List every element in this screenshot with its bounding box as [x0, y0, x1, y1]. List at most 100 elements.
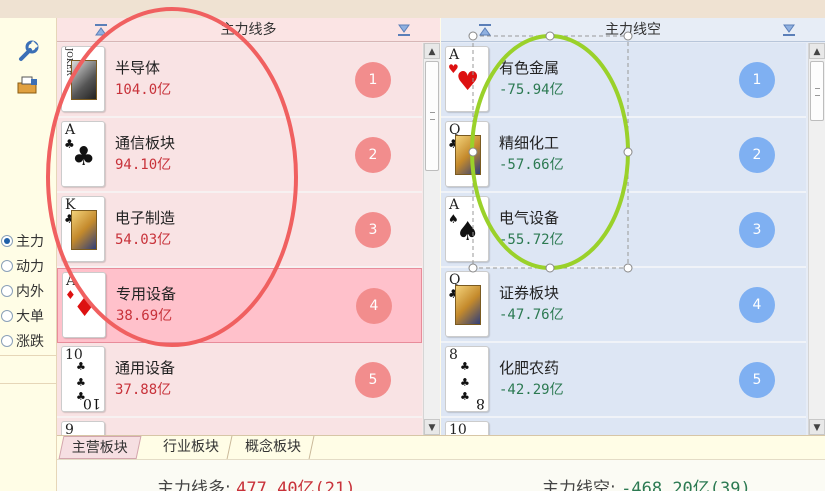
list-item[interactable]: Q ♣ 证券板块 -47.76亿 4	[441, 268, 806, 343]
rank-badge: 1	[355, 62, 391, 98]
tab-main-business[interactable]: 主营板块	[58, 436, 142, 459]
mode-label: 大单	[16, 308, 44, 325]
sector-name: 通用设备	[115, 359, 176, 377]
radio-icon[interactable]	[1, 309, 13, 322]
rank-badge: 2	[355, 137, 391, 173]
sector-name: 电子制造	[115, 209, 176, 227]
left-control-strip: 主力 动力 内外 大单 涨跌	[0, 18, 57, 491]
short-panel: 主力线空 A ♥ ♥ 有色金属 -75.94亿 1 Q ♣ 精细化工 -57.6…	[441, 18, 825, 435]
scroll-thumb[interactable]	[810, 61, 824, 121]
rank-badge: 2	[739, 137, 775, 173]
short-list: A ♥ ♥ 有色金属 -75.94亿 1 Q ♣ 精细化工 -57.66亿 2	[441, 43, 806, 435]
rank-badge: 3	[355, 212, 391, 248]
playing-card-icon: K ♣	[61, 196, 105, 262]
list-item[interactable]: K ♣ 电子制造 54.03亿 3	[57, 193, 422, 268]
sector-value: -42.29亿	[499, 382, 564, 398]
short-list-scrollbar[interactable]: ▲ ▼	[808, 43, 825, 435]
radio-icon[interactable]	[1, 284, 13, 297]
sector-value: -57.66亿	[499, 157, 564, 173]
list-item[interactable]: JOKER 半导体 104.0亿 1	[57, 43, 422, 118]
scroll-down-icon[interactable]: ▼	[809, 419, 825, 435]
list-item[interactable]: A ♥ ♥ 有色金属 -75.94亿 1	[441, 43, 806, 118]
playing-card-icon: 8 ♣ ♣ ♣ 8	[445, 346, 489, 412]
divider	[0, 383, 57, 384]
sector-value: 37.88亿	[115, 382, 172, 398]
scroll-up-icon[interactable]: ▲	[809, 43, 825, 59]
collapse-up-icon[interactable]	[477, 22, 493, 38]
sector-value: -75.94亿	[499, 82, 564, 98]
rank-badge: 3	[739, 212, 775, 248]
long-panel-title: 主力线多	[220, 22, 277, 38]
list-item-selected[interactable]: A ♦ ♦ 专用设备 38.69亿 4	[57, 268, 422, 343]
wrench-icon[interactable]	[16, 40, 40, 62]
playing-card-icon: Q ♣	[445, 121, 489, 187]
queen-face	[455, 135, 481, 175]
short-panel-header: 主力线空	[441, 18, 825, 42]
list-item[interactable]: Q ♣ 精细化工 -57.66亿 2	[441, 118, 806, 193]
rank-badge: 4	[356, 288, 392, 324]
short-summary: 主力线空: -468.20亿(39)	[542, 479, 751, 491]
playing-card-icon: 10	[445, 421, 489, 435]
list-item[interactable]: 9	[57, 418, 422, 435]
collapse-down-icon[interactable]	[781, 22, 797, 38]
playing-card-icon: A ♣ ♣	[61, 121, 105, 187]
mode-radio-group: 主力 动力 内外 大单 涨跌	[0, 228, 57, 353]
playing-card-icon: A ♠ ♠	[445, 196, 489, 262]
sector-name: 通信板块	[115, 134, 176, 152]
mode-radio-2[interactable]: 内外	[0, 278, 57, 303]
sector-name: 专用设备	[116, 285, 177, 303]
list-item[interactable]: A ♠ ♠ 电气设备 -55.72亿 3	[441, 193, 806, 268]
radio-selected-icon[interactable]	[1, 234, 13, 247]
scroll-thumb[interactable]	[425, 61, 439, 171]
playing-card-icon: Q ♣	[445, 271, 489, 337]
scroll-up-icon[interactable]: ▲	[424, 43, 440, 59]
playing-card-icon: 9	[61, 421, 105, 435]
mode-label: 内外	[16, 283, 44, 300]
grip-icon	[430, 112, 435, 120]
tab-concept[interactable]: 概念板块	[232, 436, 315, 459]
long-list-scrollbar[interactable]: ▲ ▼	[423, 43, 440, 435]
divider	[0, 355, 57, 356]
collapse-up-icon[interactable]	[93, 22, 109, 38]
mode-radio-4[interactable]: 涨跌	[0, 328, 57, 353]
playing-card-icon: A ♦ ♦	[62, 272, 106, 338]
rank-badge: 4	[739, 287, 775, 323]
sector-name: 有色金属	[499, 59, 560, 77]
summary-footer: 主力线多: 477.40亿(21) 主力线空: -468.20亿(39)	[57, 459, 825, 491]
list-item[interactable]: A ♣ ♣ 通信板块 94.10亿 2	[57, 118, 422, 193]
sector-name: 电气设备	[499, 209, 560, 227]
sector-value: 54.03亿	[115, 232, 172, 248]
collapse-down-icon[interactable]	[396, 22, 412, 38]
long-list: JOKER 半导体 104.0亿 1 A ♣ ♣ 通信板块 94.10亿 2 K…	[57, 43, 422, 435]
mode-label: 主力	[16, 233, 44, 250]
sector-name: 证券板块	[499, 284, 560, 302]
scroll-down-icon[interactable]: ▼	[424, 419, 440, 435]
mode-label: 动力	[16, 258, 44, 275]
long-panel: 主力线多 JOKER 半导体 104.0亿 1 A ♣ ♣ 通信板块 94.10…	[57, 18, 440, 435]
list-item[interactable]: 10	[441, 418, 806, 435]
radio-icon[interactable]	[1, 334, 13, 347]
sector-name: 化肥农药	[499, 359, 560, 377]
long-panel-header: 主力线多	[57, 18, 440, 42]
sector-name: 半导体	[115, 59, 161, 77]
queen-face	[455, 285, 481, 325]
tab-industry[interactable]: 行业板块	[150, 436, 233, 459]
grip-icon	[815, 88, 820, 96]
joker-card-icon: JOKER	[61, 46, 105, 112]
joker-face	[71, 60, 97, 100]
sector-value: -55.72亿	[499, 232, 564, 248]
mode-radio-0[interactable]: 主力	[0, 228, 57, 253]
app-window: 主力 动力 内外 大单 涨跌 主力线多 JOKER 半导体 104.0亿 1 A…	[0, 0, 825, 491]
radio-icon[interactable]	[1, 259, 13, 272]
long-summary: 主力线多: 477.40亿(21)	[157, 479, 356, 491]
list-item[interactable]: 10 ♣ ♣ ♣ 10 通用设备 37.88亿 5	[57, 343, 422, 418]
mode-radio-1[interactable]: 动力	[0, 253, 57, 278]
rank-badge: 1	[739, 62, 775, 98]
print-icon[interactable]	[16, 74, 40, 96]
mode-radio-3[interactable]: 大单	[0, 303, 57, 328]
mode-label: 涨跌	[16, 333, 44, 350]
sector-value: 38.69亿	[116, 308, 173, 324]
tab-bar: 主营板块 行业板块 概念板块	[57, 435, 825, 459]
list-item[interactable]: 8 ♣ ♣ ♣ 8 化肥农药 -42.29亿 5	[441, 343, 806, 418]
playing-card-icon: A ♥ ♥	[445, 46, 489, 112]
